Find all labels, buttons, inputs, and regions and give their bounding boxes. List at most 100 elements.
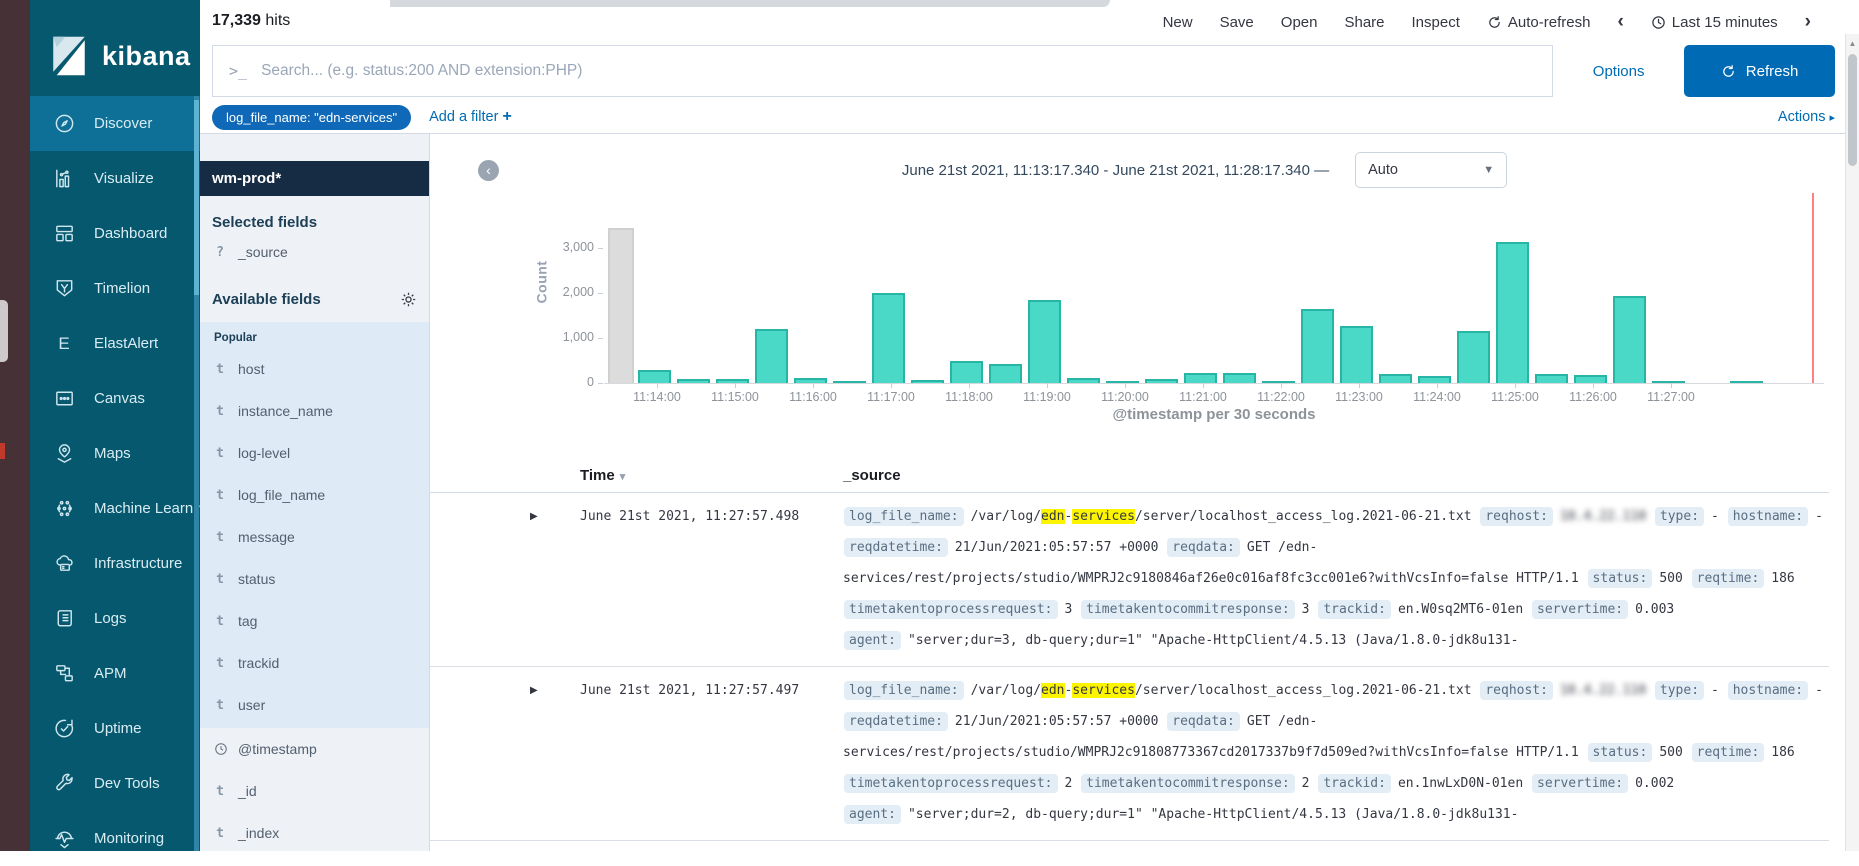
histogram-bar[interactable] (716, 379, 749, 383)
query-prompt-icon: >_ (229, 62, 247, 80)
time-forward-chevron[interactable]: › (1805, 11, 1811, 33)
field-item-tag[interactable]: ttag (200, 600, 429, 642)
histogram-bar[interactable] (755, 329, 788, 383)
histogram-bar-partial[interactable] (608, 228, 634, 383)
histogram-bar[interactable] (1730, 381, 1763, 383)
histogram-bar[interactable] (638, 370, 671, 383)
histogram-bar[interactable] (794, 378, 827, 383)
sidebar-item-uptime[interactable]: Uptime (30, 701, 200, 756)
histogram-bar[interactable] (1028, 300, 1061, 383)
histogram-bar[interactable] (1184, 373, 1217, 383)
vertical-scrollbar[interactable]: ▲ (1845, 34, 1859, 851)
histogram-bar[interactable] (1613, 296, 1646, 383)
field-item-user[interactable]: tuser (200, 684, 429, 726)
histogram-bar[interactable] (1652, 381, 1685, 383)
field-item-log-file-name[interactable]: tlog_file_name (200, 474, 429, 516)
sidebar-item-machine-learning[interactable]: Machine Learning (30, 481, 200, 536)
fields-settings-gear-icon[interactable] (400, 291, 417, 308)
source-text: 21/Jun/2021:05:57:57 +0000 (955, 540, 1166, 555)
inspect-button[interactable]: Inspect (1412, 14, 1460, 31)
x-tick-mark (1593, 383, 1594, 388)
histogram-bar[interactable] (911, 380, 944, 383)
sidebar-item-monitoring[interactable]: Monitoring (30, 811, 200, 866)
histogram-bar[interactable] (950, 361, 983, 383)
index-pattern-selector[interactable]: wm-prod* (200, 161, 429, 196)
source-text: /server/localhost_access_log.2021-06-21.… (1135, 509, 1479, 524)
sidebar-item-maps[interactable]: Maps (30, 426, 200, 481)
share-button[interactable]: Share (1344, 14, 1384, 31)
histogram-bar[interactable] (1145, 379, 1178, 383)
sidebar-item-visualize[interactable]: Visualize (30, 151, 200, 206)
sidebar-item-apm[interactable]: APM (30, 646, 200, 701)
time-column-header[interactable]: Time▾ (580, 467, 843, 484)
expand-row-caret[interactable]: ▶ (430, 675, 580, 706)
field-item-source[interactable]: ?_source (200, 231, 429, 273)
sidebar-item-infrastructure[interactable]: Infrastructure (30, 536, 200, 591)
source-text: "server;dur=3, db-query;dur=1" "Apache-H… (908, 633, 1518, 648)
histogram-bar[interactable] (1379, 374, 1412, 383)
compass-icon (52, 112, 76, 136)
scrollbar-thumb[interactable] (1848, 54, 1857, 166)
histogram-bar[interactable] (1340, 326, 1373, 383)
histogram-bar[interactable] (872, 293, 905, 383)
sidebar-item-discover[interactable]: Discover (30, 96, 200, 151)
field-badge: servertime: (1532, 600, 1628, 619)
source-text: 0.002 (1635, 776, 1674, 791)
letter-e-icon: E (52, 332, 76, 356)
field-item-host[interactable]: thost (200, 348, 429, 390)
open-button[interactable]: Open (1281, 14, 1318, 31)
time-range-picker[interactable]: Last 15 minutes (1651, 14, 1778, 31)
nav-scrollbar-thumb[interactable] (194, 100, 199, 295)
save-button[interactable]: Save (1220, 14, 1254, 31)
sidebar-item-logs[interactable]: Logs (30, 591, 200, 646)
highlighted-term: services (1072, 509, 1135, 524)
clock-field-type-icon (214, 742, 226, 756)
histogram-bar[interactable] (1496, 242, 1529, 383)
options-link[interactable]: Options (1553, 45, 1684, 97)
source-text: "server;dur=2, db-query;dur=1" "Apache-H… (908, 807, 1518, 822)
histogram-bar[interactable] (1223, 373, 1256, 383)
plus-icon: + (502, 108, 511, 125)
field-item-status[interactable]: tstatus (200, 558, 429, 600)
histogram-bar[interactable] (1574, 375, 1607, 383)
histogram-bar[interactable] (677, 379, 710, 383)
add-filter-link[interactable]: Add a filter + (429, 108, 512, 126)
sidebar-item-dev-tools[interactable]: Dev Tools (30, 756, 200, 811)
field-item-log-level[interactable]: tlog-level (200, 432, 429, 474)
sidebar-item-elastalert[interactable]: EElastAlert (30, 316, 200, 371)
flow-icon (52, 662, 76, 686)
histogram-bar[interactable] (1418, 376, 1451, 383)
source-text: 2 (1065, 776, 1081, 791)
filter-actions-link[interactable]: Actions ▸ (1778, 109, 1835, 125)
edge-tab-handle[interactable] (0, 300, 8, 362)
kibana-logo-row[interactable]: kibana (30, 0, 200, 92)
histogram-bar[interactable] (1262, 381, 1295, 383)
expand-row-caret[interactable]: ▶ (430, 501, 580, 532)
histogram-bar[interactable] (833, 381, 866, 383)
histogram-bar[interactable] (1535, 374, 1568, 383)
scrollbar-up-arrow[interactable]: ▲ (1846, 39, 1859, 48)
refresh-button[interactable]: Refresh (1684, 45, 1835, 97)
filter-pill[interactable]: log_file_name: "edn-services" (212, 105, 411, 130)
new-button[interactable]: New (1163, 14, 1193, 31)
time-back-chevron[interactable]: ‹ (1617, 11, 1623, 33)
search-input[interactable] (261, 62, 1536, 80)
histogram-bar[interactable] (1457, 331, 1490, 383)
sidebar-item-canvas[interactable]: Canvas (30, 371, 200, 426)
histogram-bar[interactable] (1067, 378, 1100, 383)
field-item-index[interactable]: t_index (200, 812, 429, 854)
sidebar-item-dashboard[interactable]: Dashboard (30, 206, 200, 261)
sidebar-item-timelion[interactable]: Timelion (30, 261, 200, 316)
field-item-instance-name[interactable]: tinstance_name (200, 390, 429, 432)
field-item-message[interactable]: tmessage (200, 516, 429, 558)
histogram-chart: Count 01,0002,0003,00011:14:0011:15:0011… (430, 134, 1859, 434)
field-item-id[interactable]: t_id (200, 770, 429, 812)
histogram-bar[interactable] (1106, 381, 1139, 383)
field-item-trackid[interactable]: ttrackid (200, 642, 429, 684)
histogram-bar[interactable] (989, 364, 1022, 383)
histogram-bar[interactable] (1301, 309, 1334, 383)
auto-refresh-button[interactable]: Auto-refresh (1487, 14, 1591, 31)
field-item--timestamp[interactable]: @timestamp (200, 728, 429, 770)
hits-number: 17,339 (212, 12, 261, 29)
field-badge: status: (1588, 743, 1653, 762)
